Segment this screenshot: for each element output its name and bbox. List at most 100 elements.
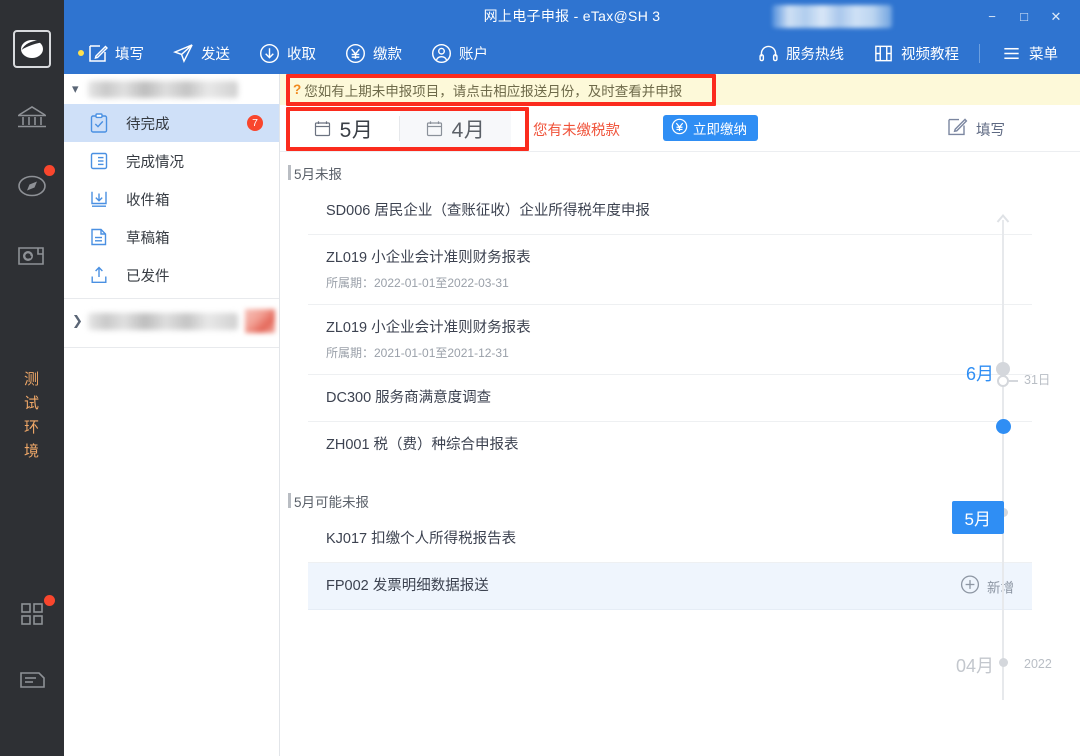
toolbar-send-button[interactable]: 发送 (158, 33, 244, 74)
table-row[interactable]: ZH001 税（费）种综合申报表 (308, 422, 1032, 468)
table-row[interactable]: ZL019 小企业会计准则财务报表 所属期：2021-01-01至2021-12… (308, 305, 1032, 375)
logo-glyph (19, 37, 45, 61)
mail-card-icon[interactable] (14, 238, 50, 274)
menu-icon (1000, 43, 1022, 65)
toolbar-video-button[interactable]: 视频教程 (858, 33, 973, 74)
pay-now-label: 立即缴纳 (693, 118, 747, 138)
timeline-node-june[interactable] (997, 375, 1009, 387)
month-tabs: 5月 (288, 108, 511, 149)
month-tab-may[interactable]: 5月 (288, 108, 399, 149)
fill-new-dot (78, 50, 84, 56)
toolbar-account-button[interactable]: 账户 (416, 33, 502, 74)
clipboard-check-icon (88, 112, 110, 134)
timeline-axis (1002, 220, 1004, 700)
minimize-button[interactable]: − (976, 4, 1008, 30)
timeline-side-june: 31日 (1024, 369, 1050, 388)
inbox-icon (88, 188, 110, 210)
sidebar-item-pending-label: 待完成 (126, 113, 170, 134)
toolbar-send-label: 发送 (201, 43, 230, 64)
maximize-button[interactable]: □ (1008, 4, 1040, 30)
toolbar-receive-label: 收取 (287, 43, 316, 64)
toolbar-pay-label: 缴款 (373, 43, 402, 64)
timeline-tick-june (1009, 380, 1018, 382)
table-row[interactable]: KJ017 扣缴个人所得税报告表 (308, 516, 1032, 563)
section-header-unfiled-label: 5月未报 (294, 163, 342, 183)
env-char-0: 测 (0, 368, 64, 392)
window-controls: − □ ✕ (976, 0, 1072, 33)
toolbar-divider (979, 44, 980, 63)
toolbar-pay-button[interactable]: 缴款 (330, 33, 416, 74)
toolbar-receive-button[interactable]: 收取 (244, 33, 330, 74)
row-title: KJ017 扣缴个人所得税报告表 (326, 529, 1032, 549)
window-title: 网上电子申报 - eTax@SH 3 (64, 0, 1080, 33)
sidebar-item-inbox[interactable]: 收件箱 (64, 180, 279, 218)
row-title: DC300 服务商满意度调查 (326, 388, 1032, 408)
row-period: 所属期：2022-01-01至2022-03-31 (326, 275, 1032, 291)
env-char-2: 环 (0, 416, 64, 440)
toolbar-fill-label: 填写 (115, 43, 144, 64)
table-row[interactable]: DC300 服务商满意度调查 (308, 375, 1032, 422)
sidebar-divider-bottom (64, 347, 279, 348)
toolbar-menu-label: 菜单 (1029, 43, 1058, 64)
compose-icon (86, 43, 108, 65)
month-tab-april[interactable]: 4月 (400, 108, 511, 149)
timeline-chip-may[interactable]: 5月 (952, 501, 1004, 534)
sidebar-group-header[interactable]: ▾ (64, 74, 279, 104)
notice-text: 您如有上期未申报项目，请点击相应报送月份，及时查看并申报 (304, 80, 682, 100)
timeline-node-june-top (996, 362, 1010, 376)
sidebar-item-drafts-label: 草稿箱 (126, 227, 170, 248)
month-tab-may-label: 5月 (340, 114, 374, 144)
sidebar-item-sent[interactable]: 已发件 (64, 256, 279, 294)
sidebar-item-pending[interactable]: 待完成 7 (64, 104, 279, 142)
row-title: ZH001 税（费）种综合申报表 (326, 435, 1032, 455)
question-icon: ? (293, 82, 301, 97)
toolbar-fill-button[interactable]: 填写 (72, 33, 158, 74)
sidebar-collapsed-group[interactable]: ❯ (64, 299, 279, 343)
sent-icon (88, 264, 110, 286)
chevron-right-icon: ❯ (72, 313, 88, 329)
table-row[interactable]: ZL019 小企业会计准则财务报表 所属期：2022-01-01至2022-03… (308, 235, 1032, 305)
row-title: FP002 发票明细数据报送 (326, 576, 1032, 596)
timeline-label-june[interactable]: 6月 (966, 360, 994, 386)
send-icon (172, 43, 194, 65)
toolbar-hotline-button[interactable]: 服务热线 (743, 33, 858, 74)
sidebar-item-completed[interactable]: 完成情况 (64, 142, 279, 180)
sidebar-item-pending-badge: 7 (247, 115, 263, 131)
section-unfiled-rows: SD006 居民企业（查账征收）企业所得税年度申报 ZL019 小企业会计准则财… (308, 188, 1032, 468)
bank-icon[interactable] (14, 100, 50, 136)
table-row[interactable]: FP002 发票明细数据报送 新增 (308, 563, 1032, 610)
pay-now-button[interactable]: 立即缴纳 (663, 115, 758, 141)
table-row[interactable]: SD006 居民企业（查账征收）企业所得税年度申报 (308, 188, 1032, 235)
test-environment-label: 测 试 环 境 (0, 368, 64, 464)
headset-icon (757, 43, 779, 65)
draft-icon (88, 226, 110, 248)
sidebar-item-inbox-label: 收件箱 (126, 189, 170, 210)
toolbar-account-label: 账户 (459, 43, 488, 64)
account-icon (430, 43, 452, 65)
compass-badge-dot (44, 165, 55, 176)
notice-banner: ? 您如有上期未申报项目，请点击相应报送月份，及时查看并申报 (280, 74, 1080, 105)
left-rail: 测 试 环 境 (0, 0, 64, 756)
toolbar-menu-button[interactable]: 菜单 (986, 33, 1072, 74)
pay-icon (344, 43, 366, 65)
chevron-down-icon: ▾ (72, 81, 88, 97)
sidebar-item-completed-label: 完成情况 (126, 151, 184, 172)
env-char-3: 境 (0, 440, 64, 464)
sidebar-item-drafts[interactable]: 草稿箱 (64, 218, 279, 256)
sidebar-collapsed-badge-redacted (245, 309, 275, 333)
row-title: ZL019 小企业会计准则财务报表 (326, 248, 1032, 268)
toolbar-video-label: 视频教程 (901, 43, 959, 64)
timeline-node-april[interactable] (999, 658, 1008, 667)
sidebar-item-sent-label: 已发件 (126, 265, 170, 286)
calendar-icon-april (426, 120, 443, 137)
month-tab-april-label: 4月 (452, 114, 486, 144)
timeline-label-april[interactable]: 04月 (956, 652, 994, 678)
document-icon[interactable] (14, 662, 50, 698)
toolbar-right-group: 服务热线 视频教程 (743, 33, 1072, 74)
sidebar: ▾ 待完成 7 (64, 74, 280, 756)
row-period: 所属期：2021-01-01至2021-12-31 (326, 345, 1032, 361)
close-button[interactable]: ✕ (1040, 4, 1072, 30)
app-window: 测 试 环 境 网上电子申报 - eTax@SH 3 − (0, 0, 1080, 756)
toolbar-hotline-label: 服务热线 (786, 43, 844, 64)
timeline-node-current[interactable] (996, 419, 1011, 434)
